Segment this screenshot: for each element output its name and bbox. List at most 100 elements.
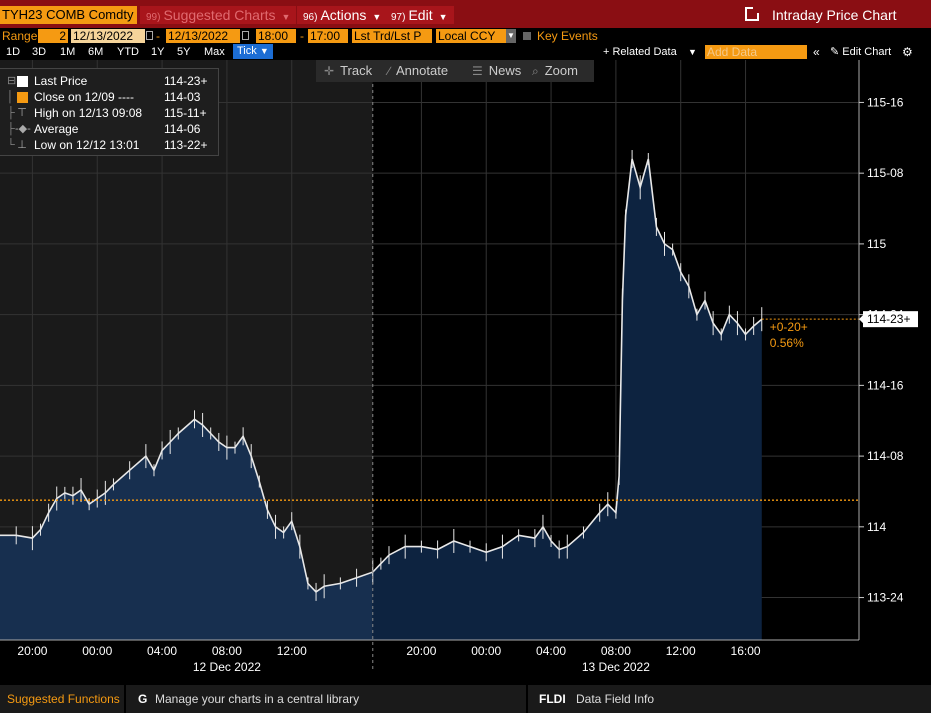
fldi-function-text[interactable]: Data Field Info [576,685,654,713]
menu-label: Edit [408,7,433,23]
low-marker-icon: ⊥ [17,139,27,151]
zoom-label: Zoom [544,63,578,78]
x-date-label: 12 Dec 2022 [193,660,261,674]
suggested-charts-menu[interactable]: 99) Suggested Charts ▼ [140,6,297,24]
pencil-icon: ✎ [830,46,843,58]
currency-select[interactable]: Local CCY [436,29,506,43]
chevron-down-icon: ▼ [259,46,269,56]
y-tick-label: 114-16 [867,378,904,392]
chevron-down-icon[interactable]: ▼ [506,29,516,43]
legend-label: Last Price [34,74,88,88]
news-button[interactable]: ☰ News [472,60,521,82]
x-date-label: 13 Dec 2022 [582,660,650,674]
annotate-icon: ∕ [388,64,391,78]
end-date-field[interactable]: 12/13/2022 [166,29,240,43]
chevron-down-icon: ▼ [281,12,291,22]
news-label: News [488,63,522,78]
legend-prev-close[interactable]: │ Close on 12/09 ---- 114-03 [0,89,217,105]
calendar-icon[interactable] [146,31,153,40]
annotate-button[interactable]: ∕ Annotate [388,60,448,82]
legend-label: Low on 12/12 13:01 [34,138,140,152]
track-label: Track [340,63,373,78]
legend-label: High on 12/13 09:08 [34,106,143,120]
collapse-icon[interactable]: « [813,44,820,60]
legend-label: Close on 12/09 ---- [34,90,135,104]
period-5y[interactable]: 5Y [177,44,190,60]
chevron-down-icon: ▼ [438,12,448,22]
x-tick-label: 08:00 [212,644,242,658]
divider [526,685,528,713]
crosshair-icon: ✛ [324,64,335,78]
y-tick-label: 115-08 [867,166,904,180]
menu-number: 99) [146,12,161,23]
range-days-field[interactable]: 2 [38,29,68,43]
period-tick[interactable]: Tick ▼ [233,44,273,59]
x-tick-label: 20:00 [406,644,436,658]
zoom-button[interactable]: ⌕ Zoom [532,60,578,82]
start-time-field[interactable]: 18:00 [256,29,296,43]
magnifier-icon: ⌕ [532,64,539,78]
period-max[interactable]: Max [204,44,225,60]
y-tick-label: 114 [867,520,886,534]
related-data-button[interactable]: + Related Data [603,44,677,60]
price-type-select[interactable]: Lst Trd/Lst P [352,29,432,43]
g-function-text[interactable]: Manage your charts in a central library [155,685,359,713]
close-swatch [17,92,28,103]
last-price-pointer [859,314,864,325]
x-tick-label: 04:00 [147,644,177,658]
menu-label: Suggested Charts [163,7,276,23]
legend: ⊟ Last Price 114-23+ │ Close on 12/09 --… [0,68,219,156]
start-date-field[interactable]: 12/13/2022 [71,29,145,43]
x-tick-label: 16:00 [731,644,761,658]
y-tick-label: 114-08 [867,449,904,463]
x-tick-label: 08:00 [601,644,631,658]
ticker-field[interactable]: TYH23 COMB Comdty [0,6,137,24]
y-tick-label: 115 [867,237,886,251]
track-button[interactable]: ✛ Track [324,60,372,82]
header-bar: TYH23 COMB Comdty 99) Suggested Charts ▼ 9… [0,0,931,28]
last-price-swatch [17,76,28,87]
g-function-key[interactable]: G [138,685,147,713]
edit-chart-button[interactable]: ✎ Edit Chart [830,44,891,60]
legend-low[interactable]: └ ⊥ Low on 12/12 13:01 113-22+ [0,137,217,153]
page-title: Intraday Price Chart [772,7,897,23]
menu-number: 96) [303,12,318,23]
period-1d[interactable]: 1D [6,44,20,60]
period-3d[interactable]: 3D [32,44,46,60]
legend-value: 114-03 [164,90,201,104]
gear-icon[interactable]: ⚙ [902,44,913,60]
fldi-function-key[interactable]: FLDI [539,685,566,713]
range-label: Range [2,29,38,43]
legend-value: 115-11+ [164,106,207,120]
key-events-label: Key Events [537,29,598,43]
tree-line-icon: ├ [7,123,15,135]
legend-last-price[interactable]: ⊟ Last Price 114-23+ [0,73,217,89]
tree-icon: ⊟ [7,75,17,87]
chevron-down-icon: ▼ [372,12,382,22]
menu-label: Actions [320,7,367,23]
actions-menu[interactable]: 96) Actions ▼ [297,6,388,24]
end-time-field[interactable]: 17:00 [308,29,348,43]
bottom-bar: Suggested Functions G Manage your charts… [0,685,931,713]
chevron-down-icon[interactable]: ▼ [688,44,697,60]
legend-average[interactable]: ├ -◆- Average 114-06 [0,121,217,137]
period-1y[interactable]: 1Y [151,44,164,60]
x-tick-label: 00:00 [82,644,112,658]
period-row: 1D 3D 1M 6M YTD 1Y 5Y Max Tick ▼ + Relat… [0,44,931,60]
popout-icon[interactable] [745,6,760,21]
legend-high[interactable]: ├ ⊤ High on 12/13 09:08 115-11+ [0,105,217,121]
add-data-input[interactable]: Add Data [705,45,807,59]
period-ytd[interactable]: YTD [117,44,139,60]
edit-menu[interactable]: 97) Edit ▼ [385,6,454,24]
period-1m[interactable]: 1M [60,44,75,60]
key-events-checkbox[interactable] [523,32,531,40]
news-icon: ☰ [472,64,483,78]
x-tick-label: 12:00 [277,644,307,658]
high-marker-icon: ⊤ [17,107,27,119]
divider [124,685,126,713]
suggested-functions-button[interactable]: Suggested Functions [7,685,120,713]
period-6m[interactable]: 6M [88,44,103,60]
calendar-icon[interactable] [242,31,249,40]
average-marker-icon: -◆- [15,123,31,135]
period-tick-label: Tick [237,45,257,57]
